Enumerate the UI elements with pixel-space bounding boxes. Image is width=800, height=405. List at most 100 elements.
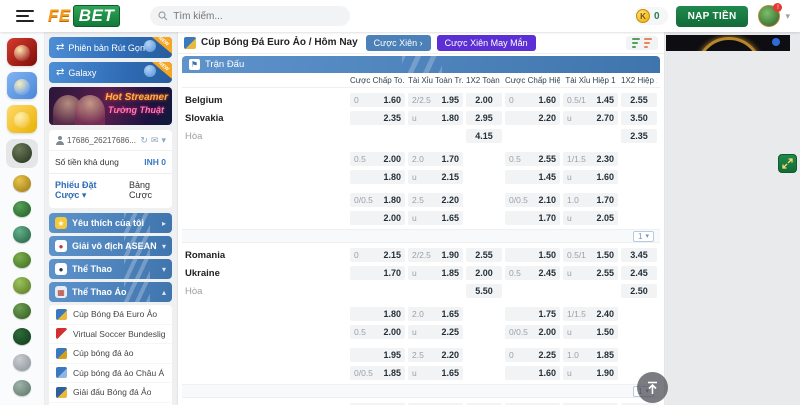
odds-cell[interactable]: 0.52.45 (505, 266, 560, 280)
odds-cell[interactable]: 1.60 (505, 366, 560, 380)
odds-cell[interactable]: 2.55 (621, 93, 657, 107)
odds-cell[interactable]: 0.52.55 (505, 152, 560, 166)
virtual-sports-icon[interactable] (6, 139, 38, 168)
odds-cell[interactable]: 0/0.51.85 (350, 366, 405, 380)
odds-cell[interactable]: u2.55 (563, 266, 618, 280)
odds-cell[interactable]: 01.60 (350, 93, 405, 107)
odds-cell[interactable]: 2.45 (621, 266, 657, 280)
expand-button[interactable] (778, 154, 797, 173)
odds-cell[interactable]: 0.5/11.45 (563, 93, 618, 107)
provider-icon-8[interactable] (13, 354, 31, 371)
refresh-icon[interactable]: ↻ (140, 135, 148, 146)
odds-cell[interactable]: 1.50 (505, 248, 560, 262)
odds-cell[interactable]: 0.5/11.50 (563, 248, 618, 262)
compact-version-banner[interactable]: ⇄ Phiên bản Rút Gọn NEW (49, 37, 172, 58)
odds-cell[interactable]: 1.45 (505, 170, 560, 184)
odds-cell[interactable]: u1.90 (563, 366, 618, 380)
odds-cell[interactable]: u1.65 (408, 211, 463, 225)
odds-cell[interactable]: 2.01.70 (408, 152, 463, 166)
odds-cell[interactable]: 0.52.00 (350, 152, 405, 166)
search-input[interactable] (173, 11, 333, 22)
search-box[interactable] (150, 6, 350, 26)
febet-logo[interactable]: FE BET (48, 5, 120, 27)
odds-cell[interactable]: 2.00 (350, 211, 405, 225)
odds-cell[interactable]: 3.50 (621, 111, 657, 125)
odds-cell[interactable]: 1.80 (350, 170, 405, 184)
sidebar-menu-0[interactable]: ★Yêu thích của tôi▸ (49, 213, 172, 233)
hamburger-menu-icon[interactable] (16, 10, 34, 22)
balance-value[interactable]: INH 0 (144, 157, 166, 167)
odds-cell[interactable]: 2/2.51.90 (408, 248, 463, 262)
odds-cell[interactable]: 2.52.20 (408, 193, 463, 207)
odds-cell[interactable]: 1.70 (350, 266, 405, 280)
lucky-parlay-button[interactable]: Cược Xiên May Mắn (437, 35, 536, 51)
odds-cell[interactable]: 1.80 (350, 307, 405, 321)
provider-icon-4[interactable] (13, 252, 31, 269)
odds-cell[interactable]: 2.00 (466, 93, 502, 107)
parlay-button[interactable]: Cược Xiên › (366, 35, 431, 51)
odds-cell[interactable]: 1.75 (505, 307, 560, 321)
odds-cell[interactable]: 2.00 (466, 266, 502, 280)
odds-cell[interactable]: u2.15 (408, 170, 463, 184)
odds-cell[interactable]: 2.20 (505, 111, 560, 125)
sports-ball-icon[interactable] (7, 105, 37, 133)
odds-cell[interactable]: u2.70 (563, 111, 618, 125)
odds-cell[interactable]: 1/1.52.40 (563, 307, 618, 321)
gift-promo-icon[interactable] (7, 72, 37, 100)
odds-cell[interactable]: u1.80 (408, 111, 463, 125)
odds-cell[interactable]: 0.52.00 (350, 325, 405, 339)
odds-cell[interactable]: 1.01.70 (563, 193, 618, 207)
galaxy-banner[interactable]: ⇄ Galaxy NEW (49, 62, 172, 83)
deposit-button[interactable]: NẠP TIỀN (676, 6, 749, 27)
provider-icon-6[interactable] (13, 303, 31, 320)
provider-icon-5[interactable] (13, 277, 31, 294)
odds-cell[interactable]: 2.52.20 (408, 348, 463, 362)
odds-cell[interactable]: 2.35 (350, 111, 405, 125)
odds-cell[interactable]: u2.25 (408, 325, 463, 339)
submenu-item-2[interactable]: Cúp bóng đá ảo (49, 344, 172, 364)
submenu-item-1[interactable]: Virtual Soccer Bundesliga (49, 325, 172, 345)
chevron-down-icon[interactable]: ▾ (161, 135, 166, 146)
coin-balance[interactable]: K 0 (634, 7, 668, 25)
odds-cell[interactable]: 1/1.52.30 (563, 152, 618, 166)
sidebar-menu-3[interactable]: ▦Thể Thao Ảo▴ (49, 282, 172, 302)
submenu-item-0[interactable]: Cúp Bóng Đá Euro Ảo (49, 305, 172, 325)
odds-cell[interactable]: u1.50 (563, 325, 618, 339)
odds-cell[interactable]: 01.60 (505, 93, 560, 107)
odds-cell[interactable]: 2.50 (621, 284, 657, 298)
tab-bet-board[interactable]: Bảng Cược (129, 180, 166, 201)
scroll-to-top-button[interactable] (637, 372, 668, 403)
odds-cell[interactable]: 2.95 (466, 111, 502, 125)
odds-cell[interactable]: 02.15 (350, 248, 405, 262)
sidebar-menu-2[interactable]: ●Thể Thao▾ (49, 259, 172, 279)
odds-cell[interactable]: 2.35 (621, 129, 657, 143)
casino-banner[interactable] (666, 35, 790, 51)
odds-cell[interactable]: 2.01.65 (408, 307, 463, 321)
odds-cell[interactable]: u1.65 (408, 366, 463, 380)
provider-icon-9[interactable] (13, 380, 31, 397)
hot-streamer-banner[interactable]: Hot Streamer Tường Thuật (49, 87, 172, 125)
odds-cell[interactable]: 2.55 (466, 248, 502, 262)
hot-games-icon[interactable] (7, 38, 37, 66)
account-chevron-icon[interactable]: ▾ (785, 11, 790, 22)
odds-cell[interactable]: 2/2.51.95 (408, 93, 463, 107)
odds-cell[interactable]: 0/0.52.10 (505, 193, 560, 207)
submenu-item-4[interactable]: Giải đấu Bóng đá Ảo (49, 383, 172, 403)
odds-cell[interactable]: u1.85 (408, 266, 463, 280)
tab-bet-slip[interactable]: Phiếu Đặt Cược ▾ (55, 180, 115, 201)
odds-cell[interactable]: 02.25 (505, 348, 560, 362)
provider-icon-3[interactable] (13, 226, 31, 243)
provider-icon-1[interactable] (13, 175, 31, 192)
odds-cell[interactable]: 4.15 (466, 129, 502, 143)
odds-cell[interactable]: 0/0.52.00 (505, 325, 560, 339)
submenu-item-3[interactable]: Cúp bóng đá ảo Châu Á (49, 364, 172, 384)
provider-icon-2[interactable] (13, 201, 31, 218)
odds-cell[interactable]: 3.45 (621, 248, 657, 262)
odds-cell[interactable]: 5.50 (466, 284, 502, 298)
page-select[interactable]: 1▾ (633, 231, 654, 242)
provider-icon-7[interactable] (13, 328, 31, 345)
odds-cell[interactable]: u1.60 (563, 170, 618, 184)
sidebar-menu-1[interactable]: ●Giải vô địch ASEAN▾ (49, 236, 172, 256)
avatar[interactable]: ! (758, 5, 780, 27)
odds-cell[interactable]: 1.01.85 (563, 348, 618, 362)
